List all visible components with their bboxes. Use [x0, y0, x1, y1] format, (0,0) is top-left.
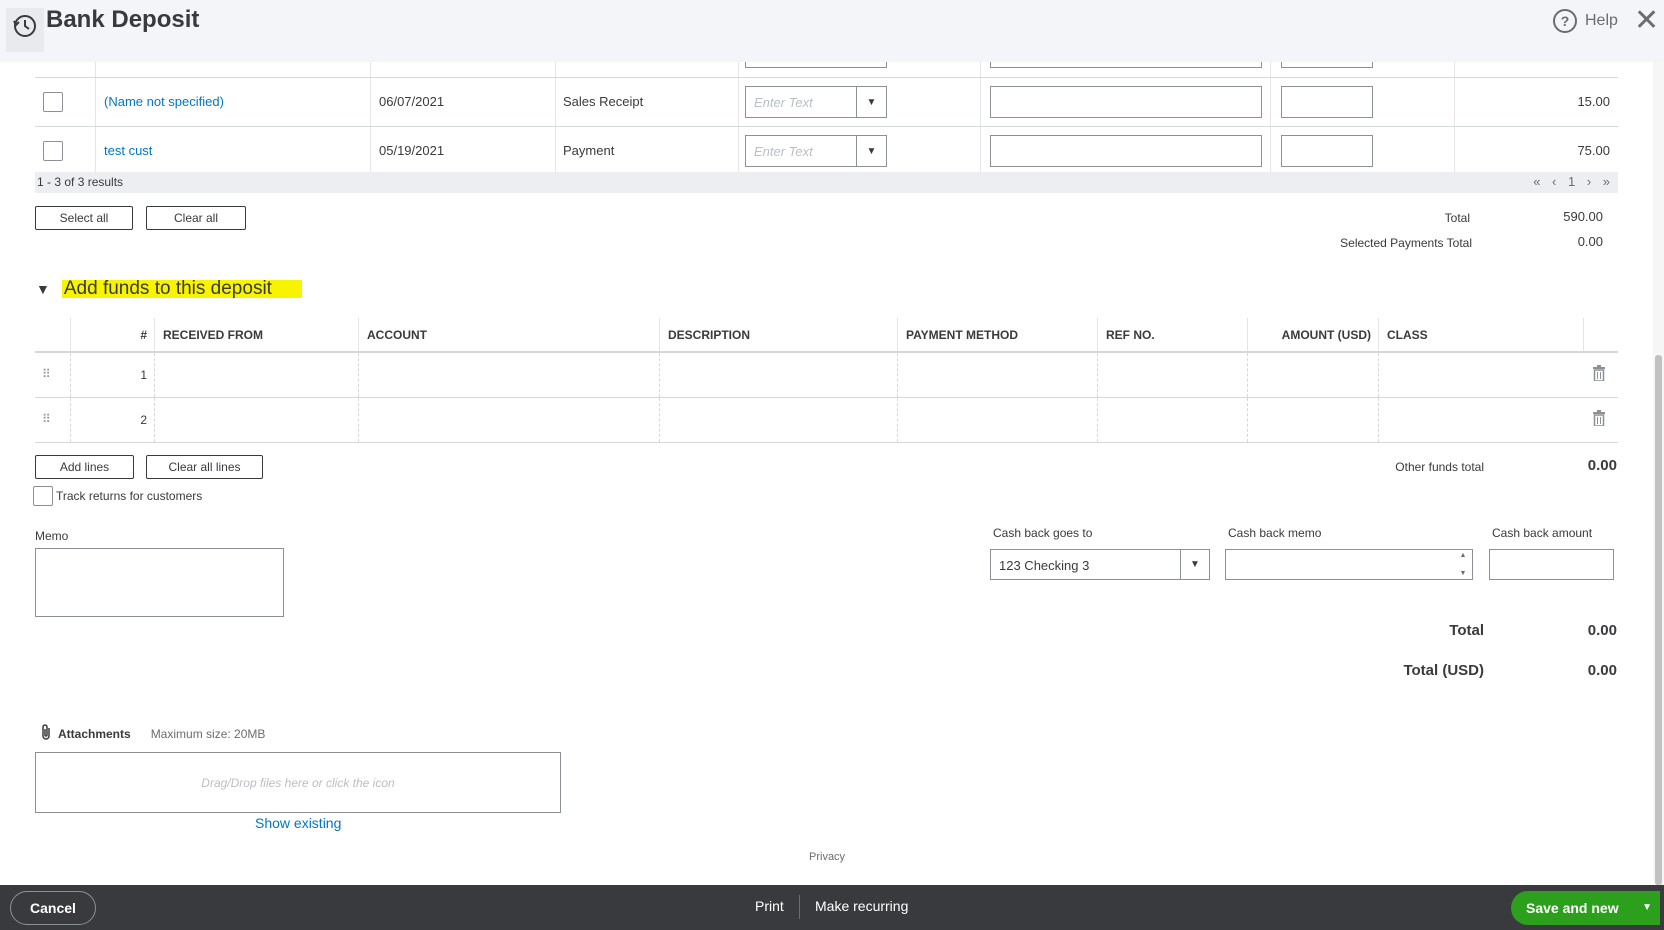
trash-icon[interactable]: [1592, 365, 1606, 384]
row-checkbox[interactable]: [43, 141, 63, 161]
col-received-from: RECEIVED FROM: [163, 328, 264, 342]
funds-section-toggle[interactable]: ▼ Add funds to this deposit: [36, 278, 302, 300]
ref-no-field[interactable]: [1281, 86, 1373, 118]
other-funds-value: 0.00: [1587, 457, 1617, 474]
grand-total-label: Total: [1449, 622, 1484, 639]
funds-section-title: Add funds to this deposit: [61, 278, 302, 300]
cancel-button[interactable]: Cancel: [10, 891, 96, 925]
attachments-label: Attachments: [58, 726, 131, 741]
track-returns-checkbox[interactable]: [33, 486, 53, 506]
total-usd-label: Total (USD): [1403, 662, 1484, 679]
payment-method-select[interactable]: Enter Text ▼: [745, 86, 887, 118]
save-and-new-button[interactable]: Save and new ▼: [1511, 891, 1660, 925]
customer-link[interactable]: test cust: [104, 143, 152, 158]
cash-back-account-value: 123 Checking 3: [999, 558, 1090, 573]
pagination[interactable]: « ‹ 1 › »: [1533, 174, 1614, 189]
other-funds-label: Other funds total: [1395, 460, 1484, 474]
close-icon[interactable]: ✕: [1634, 6, 1659, 36]
col-class: CLASS: [1387, 328, 1428, 342]
col-num: #: [140, 328, 147, 342]
drag-handle-icon[interactable]: ⠿: [42, 367, 51, 381]
total-usd-value: 0.00: [1587, 662, 1617, 679]
cash-back-memo-field[interactable]: ▲ ▼: [1225, 549, 1473, 580]
select-all-button[interactable]: Select all: [35, 206, 133, 230]
customer-link[interactable]: (Name not specified): [104, 94, 224, 109]
privacy-link[interactable]: Privacy: [809, 851, 845, 863]
recent-transactions-icon[interactable]: [6, 8, 44, 52]
payment-method-placeholder: Enter Text: [754, 95, 813, 110]
help-label: Help: [1585, 12, 1618, 29]
ref-no-field[interactable]: [1281, 135, 1373, 167]
total-value: 590.00: [1563, 209, 1603, 224]
date-cell: 05/19/2021: [379, 143, 445, 158]
cash-back-amount-field[interactable]: [1489, 549, 1614, 580]
page-header: Bank Deposit ? Help ✕: [0, 0, 1664, 62]
help-icon: ?: [1553, 9, 1577, 33]
selected-total-value: 0.00: [1577, 234, 1603, 249]
clear-all-lines-button[interactable]: Clear all lines: [146, 455, 263, 479]
funds-row[interactable]: ⠿ 2: [35, 398, 1618, 443]
cash-back-amount-label: Cash back amount: [1492, 526, 1593, 540]
track-returns-label: Track returns for customers: [56, 489, 203, 503]
chevron-down-icon[interactable]: ▼: [1180, 550, 1209, 579]
chevron-down-icon[interactable]: ▼: [1642, 902, 1652, 913]
type-cell: Payment: [563, 143, 615, 158]
memo-textarea[interactable]: [35, 548, 284, 617]
selected-total-label: Selected Payments Total: [1340, 236, 1472, 250]
payment-method-select[interactable]: Enter Text ▼: [745, 135, 887, 167]
table-row: (Name not specified) 06/07/2021 Sales Re…: [35, 78, 1618, 127]
payment-method-placeholder: Enter Text: [754, 144, 813, 159]
chevron-down-icon[interactable]: ▼: [856, 87, 886, 117]
col-amount: AMOUNT (USD): [1281, 328, 1371, 342]
type-cell: Sales Receipt: [563, 94, 644, 109]
dropzone-text: Drag/Drop files here or click the icon: [201, 775, 395, 790]
collapse-triangle-icon: ▼: [36, 281, 50, 297]
results-count: 1 - 3 of 3 results: [37, 175, 124, 189]
paperclip-icon[interactable]: [40, 723, 52, 744]
page-title: Bank Deposit: [46, 6, 200, 33]
funds-table-header: # RECEIVED FROM ACCOUNT DESCRIPTION PAYM…: [35, 318, 1618, 353]
memo-field[interactable]: [990, 135, 1262, 167]
show-existing-link[interactable]: Show existing: [255, 815, 341, 831]
resize-spinner-icon[interactable]: ▲ ▼: [1456, 552, 1470, 577]
cash-back-goes-to-label: Cash back goes to: [993, 526, 1093, 540]
total-label: Total: [1444, 211, 1470, 225]
footer-bar: Cancel Print Make recurring Save and new…: [0, 885, 1664, 930]
drag-handle-icon[interactable]: ⠿: [42, 412, 51, 426]
table-row-partial: [35, 62, 1618, 78]
table-row: test cust 05/19/2021 Payment Enter Text …: [35, 127, 1618, 176]
cash-back-account-select[interactable]: 123 Checking 3 ▼: [990, 549, 1210, 580]
save-and-new-label: Save and new: [1526, 900, 1619, 916]
memo-label: Memo: [35, 529, 69, 543]
cash-back-memo-label: Cash back memo: [1228, 526, 1322, 540]
amount-cell: 75.00: [1577, 143, 1610, 158]
footer-divider: [799, 895, 800, 919]
col-account: ACCOUNT: [367, 328, 427, 342]
memo-field[interactable]: [990, 86, 1262, 118]
make-recurring-button[interactable]: Make recurring: [815, 898, 908, 914]
line-number: 2: [140, 413, 147, 427]
funds-row[interactable]: ⠿ 1: [35, 353, 1618, 398]
print-button[interactable]: Print: [755, 898, 784, 914]
attachment-dropzone[interactable]: Drag/Drop files here or click the icon: [35, 752, 561, 813]
col-description: DESCRIPTION: [668, 328, 751, 342]
line-number: 1: [140, 368, 147, 382]
clear-all-button[interactable]: Clear all: [146, 206, 246, 230]
col-payment-method: PAYMENT METHOD: [906, 328, 1019, 342]
col-ref-no: REF NO.: [1106, 328, 1155, 342]
scrollbar-thumb[interactable]: [1655, 355, 1662, 885]
results-bar: 1 - 3 of 3 results « ‹ 1 › »: [35, 172, 1618, 193]
help-button[interactable]: ? Help: [1553, 9, 1618, 33]
grand-total-value: 0.00: [1587, 622, 1617, 639]
chevron-down-icon[interactable]: ▼: [856, 136, 886, 166]
funds-table: # RECEIVED FROM ACCOUNT DESCRIPTION PAYM…: [35, 318, 1618, 443]
trash-icon[interactable]: [1592, 410, 1606, 429]
amount-cell: 15.00: [1577, 94, 1610, 109]
attachments-header: Attachments Maximum size: 20MB: [40, 723, 265, 744]
date-cell: 06/07/2021: [379, 94, 445, 109]
add-lines-button[interactable]: Add lines: [35, 455, 134, 479]
row-checkbox[interactable]: [43, 92, 63, 112]
max-size-label: Maximum size: 20MB: [150, 726, 266, 741]
